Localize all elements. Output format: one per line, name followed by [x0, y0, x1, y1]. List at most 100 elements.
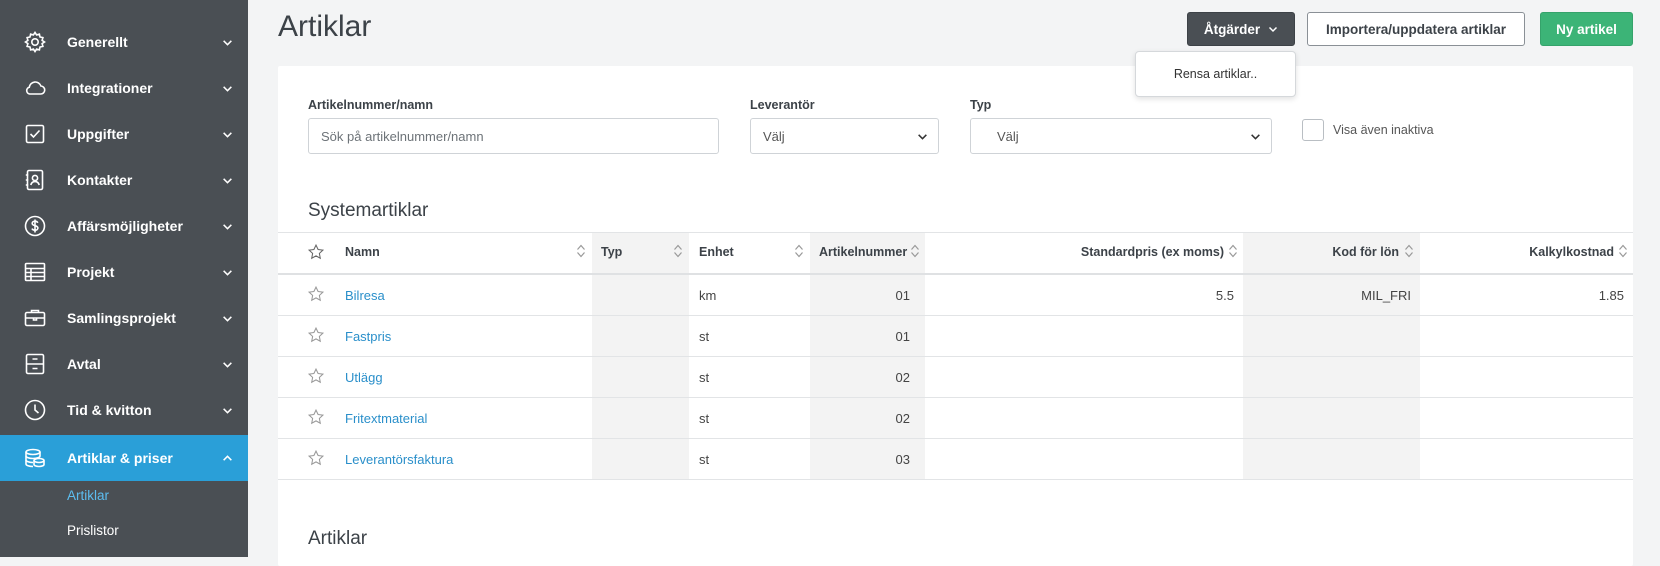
column-header-namn[interactable]: Namn — [345, 232, 380, 272]
supplier-select[interactable]: Välj — [750, 118, 939, 154]
cloud-icon — [22, 75, 48, 101]
supplier-filter-label: Leverantör — [750, 98, 815, 112]
star-icon[interactable] — [307, 449, 325, 467]
archive-drawer-icon — [22, 351, 48, 377]
type-select-value: Välj — [997, 128, 1019, 144]
table-header-row: Namn Typ Enhet Artikelnummer Standardpri… — [278, 232, 1633, 273]
table-row: Fastpris st 01 — [278, 316, 1633, 356]
actions-button-label: Åtgärder — [1203, 21, 1261, 37]
dropdown-item-clear-articles[interactable]: Rensa artiklar.. — [1174, 67, 1257, 81]
sidebar-subitem-artiklar[interactable]: Artiklar — [67, 488, 109, 503]
chevron-down-icon — [918, 134, 927, 140]
sidebar-item-samlingsprojekt[interactable]: Samlingsprojekt — [0, 295, 248, 341]
chevron-down-icon — [220, 311, 234, 325]
chevron-down-icon — [1251, 134, 1260, 140]
chevron-down-icon — [220, 173, 234, 187]
cell-salary-code: MIL_FRI — [1361, 287, 1411, 303]
column-header-artikelnummer[interactable]: Artikelnummer — [819, 232, 907, 272]
page-title: Artiklar — [278, 10, 372, 43]
article-name-link[interactable]: Leverantörsfaktura — [345, 439, 453, 479]
article-name-link[interactable]: Bilresa — [345, 275, 385, 315]
cell-unit: st — [699, 410, 710, 426]
sidebar-item-integrationer[interactable]: Integrationer — [0, 65, 248, 111]
sort-icon[interactable] — [576, 243, 586, 259]
column-header-enhet[interactable]: Enhet — [699, 232, 734, 272]
new-article-button[interactable]: Ny artikel — [1540, 12, 1633, 46]
column-header-typ[interactable]: Typ — [601, 232, 622, 272]
cell-calc-cost: 1.85 — [1598, 287, 1624, 303]
article-name-link[interactable]: Fritextmaterial — [345, 398, 427, 438]
articles-section-title: Artiklar — [308, 528, 368, 549]
sidebar: Generellt Integrationer Uppgifter Kontak… — [0, 0, 248, 557]
sidebar-subitem-prislistor[interactable]: Prislistor — [67, 523, 119, 538]
actions-dropdown-menu: Rensa artiklar.. — [1135, 51, 1296, 97]
cell-article-number: 02 — [895, 369, 910, 385]
actions-dropdown-button[interactable]: Åtgärder — [1187, 12, 1295, 46]
sort-icon[interactable] — [1618, 243, 1628, 259]
sidebar-item-label: Kontakter — [67, 172, 133, 188]
type-select[interactable]: Välj — [970, 118, 1272, 154]
cell-unit: st — [699, 369, 710, 385]
chevron-up-icon — [220, 451, 234, 465]
sidebar-item-projekt[interactable]: Projekt — [0, 249, 248, 295]
cell-unit: st — [699, 328, 710, 344]
sidebar-item-label: Tid & kvitton — [67, 402, 152, 418]
sort-icon[interactable] — [794, 243, 804, 259]
cell-article-number: 01 — [895, 328, 910, 344]
clock-icon — [22, 397, 48, 423]
chevron-down-icon — [220, 219, 234, 233]
sidebar-item-label: Generellt — [67, 34, 128, 50]
sidebar-item-label: Integrationer — [67, 80, 153, 96]
column-header-kod-for-lon[interactable]: Kod för lön — [1332, 232, 1399, 272]
import-articles-button[interactable]: Importera/uppdatera artiklar — [1307, 12, 1525, 46]
chevron-down-icon — [220, 403, 234, 417]
sidebar-item-label: Avtal — [67, 356, 101, 372]
show-inactive-checkbox[interactable] — [1302, 119, 1324, 141]
checkbox-icon — [22, 121, 48, 147]
star-icon[interactable] — [307, 326, 325, 344]
sidebar-item-kontakter[interactable]: Kontakter — [0, 157, 248, 203]
sort-icon[interactable] — [1228, 243, 1238, 259]
star-icon[interactable] — [307, 408, 325, 426]
article-name-link[interactable]: Fastpris — [345, 316, 391, 356]
cell-unit: km — [699, 287, 717, 303]
star-all-icon[interactable] — [307, 243, 325, 261]
sidebar-item-label: Uppgifter — [67, 126, 130, 142]
contact-card-icon — [22, 167, 48, 193]
table-bottom-border — [278, 479, 1633, 480]
article-name-link[interactable]: Utlägg — [345, 357, 383, 397]
main-card: Artikelnummer/namn Leverantör Välj Typ V… — [278, 66, 1633, 566]
table-row: Bilresa km 01 5.5 MIL_FRI 1.85 — [278, 275, 1633, 315]
supplier-select-value: Välj — [763, 128, 785, 144]
table-row: Fritextmaterial st 02 — [278, 398, 1633, 438]
chevron-down-icon — [220, 357, 234, 371]
sidebar-item-tid-kvitton[interactable]: Tid & kvitton — [0, 387, 248, 433]
sort-icon[interactable] — [673, 243, 683, 259]
dollar-circle-icon — [22, 213, 48, 239]
chevron-down-icon — [220, 265, 234, 279]
sidebar-item-artiklar-priser[interactable]: Artiklar & priser — [0, 435, 248, 481]
star-icon[interactable] — [307, 285, 325, 303]
sidebar-item-uppgifter[interactable]: Uppgifter — [0, 111, 248, 157]
article-search-input[interactable] — [308, 118, 719, 154]
column-header-standardpris[interactable]: Standardpris (ex moms) — [1081, 232, 1224, 272]
chevron-down-icon — [1269, 26, 1278, 33]
chevron-down-icon — [220, 127, 234, 141]
coin-stack-icon — [22, 445, 48, 471]
chevron-down-icon — [220, 81, 234, 95]
type-filter-label: Typ — [970, 98, 992, 112]
column-header-kalkylkostnad[interactable]: Kalkylkostnad — [1529, 232, 1614, 272]
sidebar-item-avtal[interactable]: Avtal — [0, 341, 248, 387]
briefcase-icon — [22, 305, 48, 331]
cell-article-number: 03 — [895, 451, 910, 467]
cell-standard-price: 5.5 — [1215, 287, 1234, 303]
cell-article-number: 02 — [895, 410, 910, 426]
sort-icon[interactable] — [910, 243, 920, 259]
sort-icon[interactable] — [1404, 243, 1414, 259]
star-icon[interactable] — [307, 367, 325, 385]
sidebar-item-generellt[interactable]: Generellt — [0, 19, 248, 65]
sidebar-item-affarsmojligheter[interactable]: Affärsmöjligheter — [0, 203, 248, 249]
sidebar-item-label: Artiklar & priser — [67, 450, 173, 466]
table-grid-icon — [22, 259, 48, 285]
table-row: Leverantörsfaktura st 03 — [278, 439, 1633, 479]
